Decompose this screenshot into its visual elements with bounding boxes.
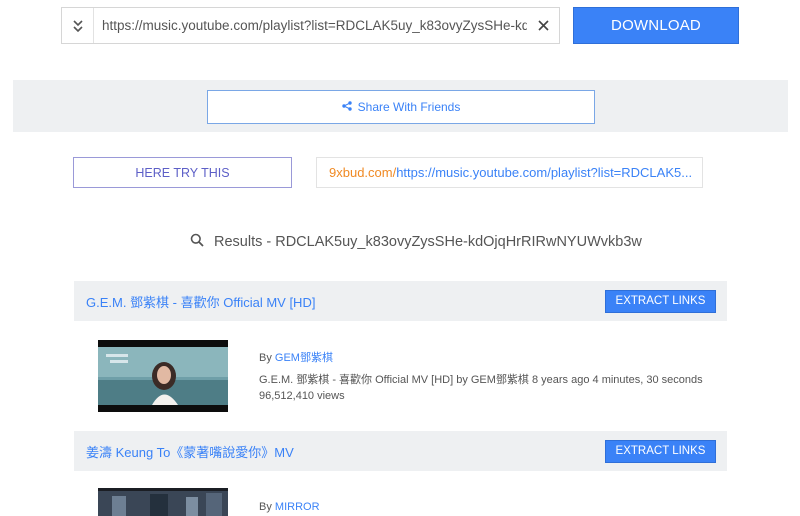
- search-icon: [190, 233, 204, 251]
- url-input-box: https://music.youtube.com/playlist?list=…: [61, 7, 560, 44]
- example-link[interactable]: 9xbud.com/https://music.youtube.com/play…: [316, 157, 703, 188]
- share-with-friends-button[interactable]: Share With Friends: [207, 90, 595, 124]
- view-count: 96,512,410 views: [259, 390, 345, 402]
- by-row: By MIRROR: [259, 499, 320, 515]
- by-label: By: [259, 352, 275, 364]
- video-thumbnail[interactable]: [98, 488, 228, 516]
- expand-chevron-icon[interactable]: [62, 8, 94, 43]
- here-try-this-button[interactable]: HERE TRY THIS: [73, 157, 292, 188]
- results-title: Results - RDCLAK5uy_k83ovyZysSHe-kdOjqHr…: [214, 234, 642, 250]
- video-title-link[interactable]: G.E.M. 鄧紫棋 - 喜歡你 Official MV [HD]: [86, 292, 315, 311]
- share-label: Share With Friends: [357, 100, 461, 114]
- result-card-header: G.E.M. 鄧紫棋 - 喜歡你 Official MV [HD] EXTRAC…: [74, 281, 727, 321]
- by-label: By: [259, 501, 275, 513]
- example-link-domain: 9xbud.com/: [329, 165, 397, 180]
- video-description: G.E.M. 鄧紫棋 - 喜歡你 Official MV [HD] by GEM…: [259, 374, 703, 386]
- video-meta: By GEM鄧紫棋 G.E.M. 鄧紫棋 - 喜歡你 Official MV […: [259, 350, 703, 404]
- url-input[interactable]: https://music.youtube.com/playlist?list=…: [94, 8, 527, 43]
- example-link-url: https://music.youtube.com/playlist?list=…: [396, 165, 693, 180]
- results-heading: Results - RDCLAK5uy_k83ovyZysSHe-kdOjqHr…: [190, 233, 642, 251]
- video-meta: By MIRROR: [259, 499, 320, 516]
- channel-link[interactable]: GEM鄧紫棋: [275, 352, 333, 364]
- extract-links-button[interactable]: EXTRACT LINKS: [605, 439, 716, 463]
- clear-icon[interactable]: [527, 8, 559, 43]
- by-row: By GEM鄧紫棋: [259, 350, 703, 366]
- video-thumbnail[interactable]: [98, 340, 228, 412]
- share-icon: [341, 100, 352, 114]
- download-button[interactable]: DOWNLOAD: [573, 7, 739, 44]
- result-card-header: 姜濤 Keung To《蒙著嘴說愛你》MV EXTRACT LINKS: [74, 431, 727, 471]
- video-title-link[interactable]: 姜濤 Keung To《蒙著嘴說愛你》MV: [86, 442, 294, 461]
- channel-link[interactable]: MIRROR: [275, 501, 320, 513]
- extract-links-button[interactable]: EXTRACT LINKS: [605, 289, 716, 313]
